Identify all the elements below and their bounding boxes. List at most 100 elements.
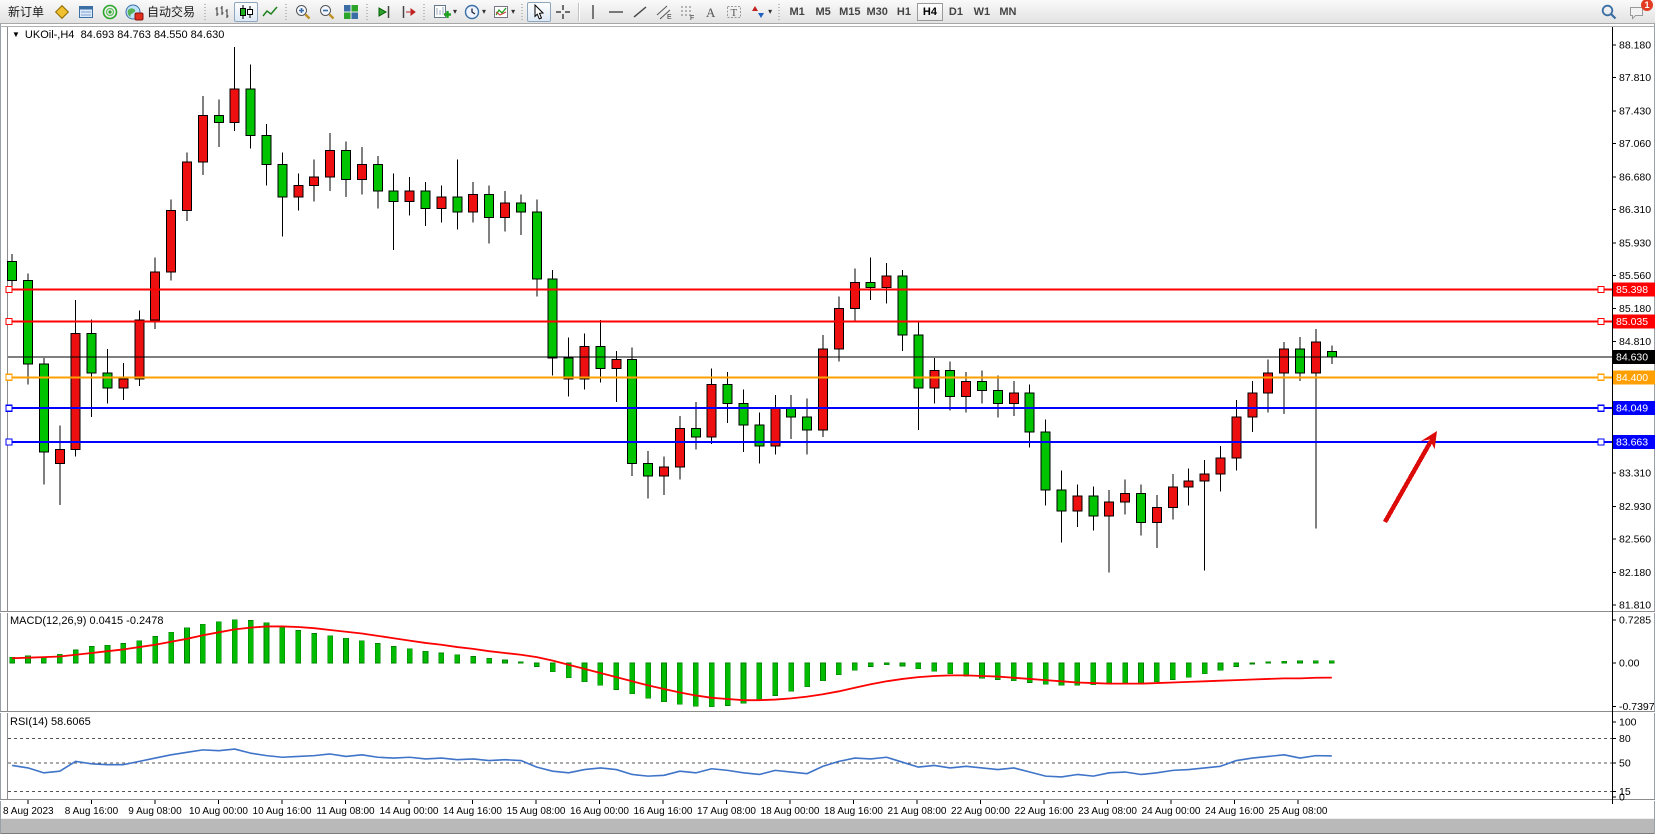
timeframe-button-h1[interactable]: H1 [891,3,917,21]
svg-text:84.810: 84.810 [1619,336,1651,348]
svg-text:18 Aug 16:00: 18 Aug 16:00 [824,806,883,817]
text-tool[interactable]: A [700,2,722,22]
notification-badge: 1 [1641,0,1653,11]
main-toolbar: 新订单 自动交易 ▾ ▾ [0,0,1655,24]
crosshair-tool[interactable] [551,2,575,22]
svg-text:87.430: 87.430 [1619,105,1651,117]
chart-canvas[interactable]: 88.18087.81087.43087.06086.68086.31085.9… [0,0,1655,834]
svg-text:T: T [731,7,738,19]
svg-text:80: 80 [1619,733,1631,745]
chart-line-icon[interactable] [258,2,282,22]
shift-chart-icon[interactable] [372,2,396,22]
tile-windows-glyph [342,3,360,21]
templates-icon [492,3,510,21]
timeframe-button-d1[interactable]: D1 [943,3,969,21]
svg-text:87.810: 87.810 [1619,72,1651,84]
svg-text:E: E [667,14,672,21]
svg-text:83.310: 83.310 [1619,468,1651,480]
autoscroll-icon[interactable] [396,2,420,22]
equidistant-channel-tool[interactable]: E [652,2,676,22]
timeframe-button-m5[interactable]: M5 [810,3,836,21]
zoom-out-glyph [318,3,336,21]
timeframe-button-m30[interactable]: M30 [864,3,891,21]
tile-windows-icon[interactable] [339,2,363,22]
chevron-down-icon: ▾ [768,7,772,16]
chart-title: ▼UKOil-,H4 84.693 84.763 84.550 84.630 [12,29,224,41]
chart-bars-icon[interactable] [210,2,234,22]
svg-text:F: F [690,15,694,21]
timeframe-button-m15[interactable]: M15 [836,3,863,21]
svg-text:85.180: 85.180 [1619,303,1651,315]
svg-text:82.930: 82.930 [1619,501,1651,513]
svg-text:85.560: 85.560 [1619,270,1651,282]
svg-text:0.00: 0.00 [1619,658,1640,670]
svg-text:86.310: 86.310 [1619,204,1651,216]
svg-text:84.630: 84.630 [1616,352,1648,364]
svg-text:87.060: 87.060 [1619,138,1651,150]
chart-ohlc-values: 84.693 84.763 84.550 84.630 [81,29,225,41]
navigator-icon[interactable] [98,2,122,22]
text-label-tool[interactable]: T [722,2,746,22]
svg-text:18 Aug 00:00: 18 Aug 00:00 [761,806,820,817]
timeframe-button-w1[interactable]: W1 [969,3,995,21]
chart-candles-icon[interactable] [234,2,258,22]
new-order-button[interactable]: 新订单 [2,2,50,22]
svg-text:85.930: 85.930 [1619,237,1651,249]
text-label-icon: T [725,3,743,21]
zoom-out-icon[interactable] [315,2,339,22]
svg-text:50: 50 [1619,758,1631,770]
text-a-icon: A [703,3,719,21]
trendline-tool[interactable] [628,2,652,22]
svg-text:84.049: 84.049 [1616,403,1648,415]
arrows-icon [749,3,767,21]
timeframe-button-h4[interactable]: H4 [917,3,943,21]
fibonacci-tool[interactable]: F [676,2,700,22]
svg-text:81.810: 81.810 [1619,599,1651,611]
chart-candles-glyph [237,3,255,21]
chevron-down-icon: ▾ [453,7,457,16]
svg-text:14 Aug 00:00: 14 Aug 00:00 [380,806,439,817]
new-chart-icon [432,3,452,21]
cursor-icon [530,3,548,21]
market-watch-icon[interactable] [50,2,74,22]
svg-text:17 Aug 08:00: 17 Aug 08:00 [697,806,756,817]
svg-text:82.180: 82.180 [1619,567,1651,579]
svg-text:15 Aug 08:00: 15 Aug 08:00 [507,806,566,817]
arrows-tool[interactable]: ▾ [746,2,775,22]
rsi-indicator-label: RSI(14) 58.6065 [10,716,91,728]
svg-text:100: 100 [1619,717,1637,729]
data-window-icon[interactable] [74,2,98,22]
svg-text:10 Aug 16:00: 10 Aug 16:00 [253,806,312,817]
notifications-button[interactable]: 1 [1625,2,1649,22]
one-click-trading-toggle[interactable]: ▼ [12,30,20,39]
templates-button[interactable]: ▾ [489,2,518,22]
svg-text:22 Aug 00:00: 22 Aug 00:00 [951,806,1010,817]
chart-bars-glyph [213,3,231,21]
chart-period-button[interactable]: ▾ [460,2,489,22]
svg-text:23 Aug 08:00: 23 Aug 08:00 [1078,806,1137,817]
search-button[interactable] [1597,2,1621,22]
timeframe-bar: M1M5M15M30H1H4D1W1MN [784,3,1021,21]
horizontal-line-tool[interactable] [604,2,628,22]
cursor-tool[interactable] [527,2,551,22]
toolbar-grip [520,4,525,20]
horizontal-line-icon [607,3,625,21]
svg-text:8 Aug 16:00: 8 Aug 16:00 [65,806,119,817]
fibonacci-icon: F [679,3,697,21]
zoom-in-icon[interactable] [291,2,315,22]
svg-text:14 Aug 16:00: 14 Aug 16:00 [443,806,502,817]
new-chart-button[interactable]: ▾ [429,2,460,22]
svg-text:82.560: 82.560 [1619,534,1651,546]
svg-text:25 Aug 08:00: 25 Aug 08:00 [1269,806,1328,817]
timeframe-button-m1[interactable]: M1 [784,3,810,21]
svg-text:85.398: 85.398 [1616,284,1648,296]
autotrade-label: 自动交易 [144,3,198,20]
svg-text:24 Aug 16:00: 24 Aug 16:00 [1205,806,1264,817]
svg-text:84.400: 84.400 [1616,372,1648,384]
toolbar-grip [365,4,370,20]
vertical-line-tool[interactable] [582,2,604,22]
autotrade-button[interactable]: 自动交易 [122,2,201,22]
autoscroll-glyph [399,3,417,21]
new-order-label: 新订单 [5,3,47,20]
timeframe-button-mn[interactable]: MN [995,3,1021,21]
